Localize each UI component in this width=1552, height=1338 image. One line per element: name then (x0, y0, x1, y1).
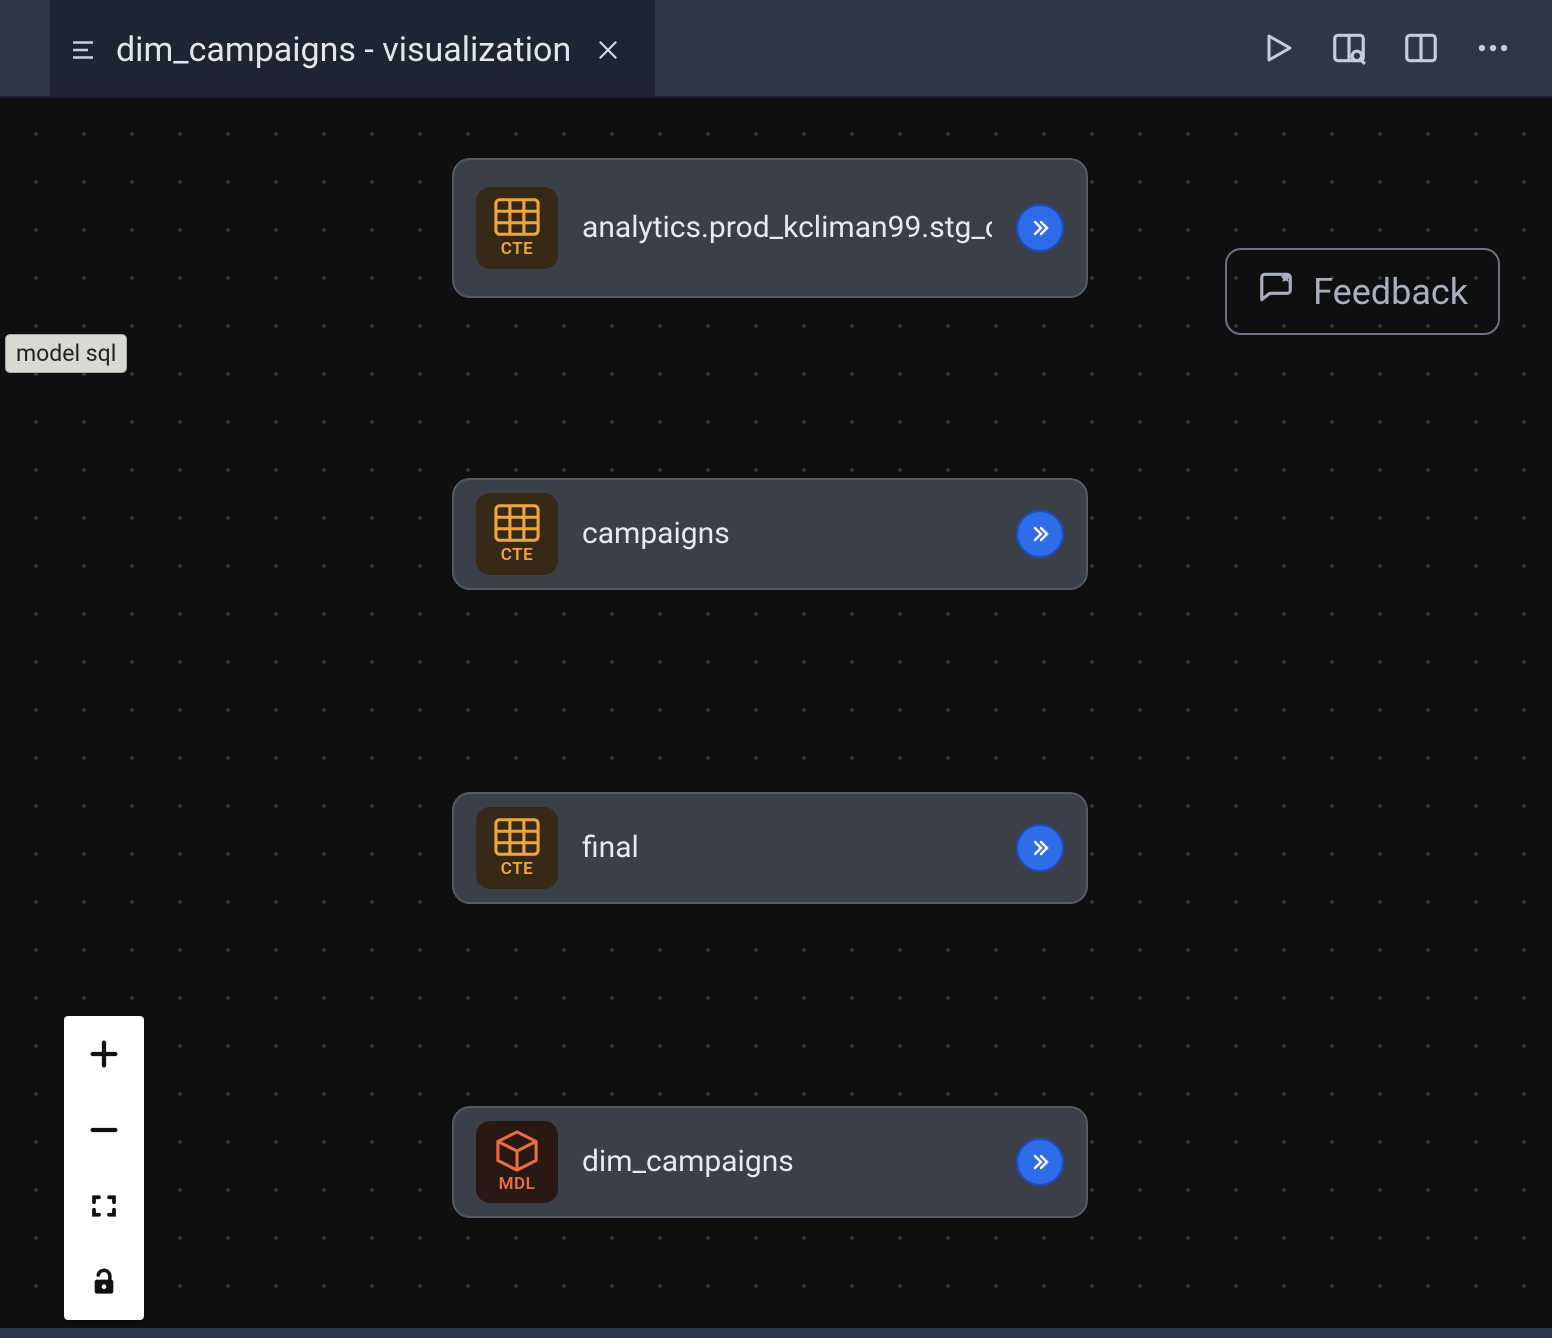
icon-badge-label: CTE (501, 239, 533, 259)
tooltip-model-sql: model sql (6, 335, 126, 372)
visualization-canvas[interactable]: Feedback model sql CTE analytics.prod_kc… (0, 96, 1552, 1328)
node-mdl-dim-campaigns[interactable]: MDL dim_campaigns (452, 1106, 1088, 1218)
node-label: final (582, 828, 992, 869)
table-cte-icon: CTE (476, 187, 558, 269)
feedback-button[interactable]: Feedback (1225, 248, 1500, 335)
zoom-control (64, 1016, 144, 1320)
fit-view-button[interactable] (64, 1168, 144, 1244)
zoom-out-button[interactable] (64, 1092, 144, 1168)
expand-button[interactable] (1016, 204, 1064, 252)
bottom-strip (0, 1328, 1552, 1338)
node-cte-campaigns[interactable]: CTE campaigns (452, 478, 1088, 590)
close-icon[interactable] (589, 31, 627, 69)
zoom-in-button[interactable] (64, 1016, 144, 1092)
node-label: dim_campaigns (582, 1142, 992, 1183)
run-button[interactable] (1260, 30, 1296, 66)
comment-star-icon (1257, 268, 1295, 315)
split-button[interactable] (1402, 29, 1440, 67)
list-icon (68, 35, 98, 65)
node-label: campaigns (582, 514, 992, 555)
expand-button[interactable] (1016, 510, 1064, 558)
icon-badge-label: CTE (501, 859, 533, 879)
icon-badge-label: MDL (499, 1174, 536, 1194)
edges-layer (0, 98, 300, 248)
tooltip-text: model sql (16, 340, 116, 367)
node-cte-stg-campaigns[interactable]: CTE analytics.prod_kcliman99.stg_campaig… (452, 158, 1088, 298)
icon-badge-label: CTE (501, 545, 533, 565)
expand-button[interactable] (1016, 1138, 1064, 1186)
node-cte-final[interactable]: CTE final (452, 792, 1088, 904)
more-button[interactable] (1474, 29, 1512, 67)
feedback-label: Feedback (1313, 271, 1468, 313)
lock-button[interactable] (64, 1244, 144, 1320)
tab-active[interactable]: dim_campaigns - visualization (50, 0, 655, 96)
cube-mdl-icon: MDL (476, 1121, 558, 1203)
table-cte-icon: CTE (476, 807, 558, 889)
node-label: analytics.prod_kcliman99.stg_campaigns_1… (582, 208, 992, 249)
tab-title: dim_campaigns - visualization (116, 30, 571, 70)
table-cte-icon: CTE (476, 493, 558, 575)
preview-button[interactable] (1330, 29, 1368, 67)
expand-button[interactable] (1016, 824, 1064, 872)
tab-bar: dim_campaigns - visualization (0, 0, 1552, 96)
toolbar-right (1260, 0, 1512, 96)
